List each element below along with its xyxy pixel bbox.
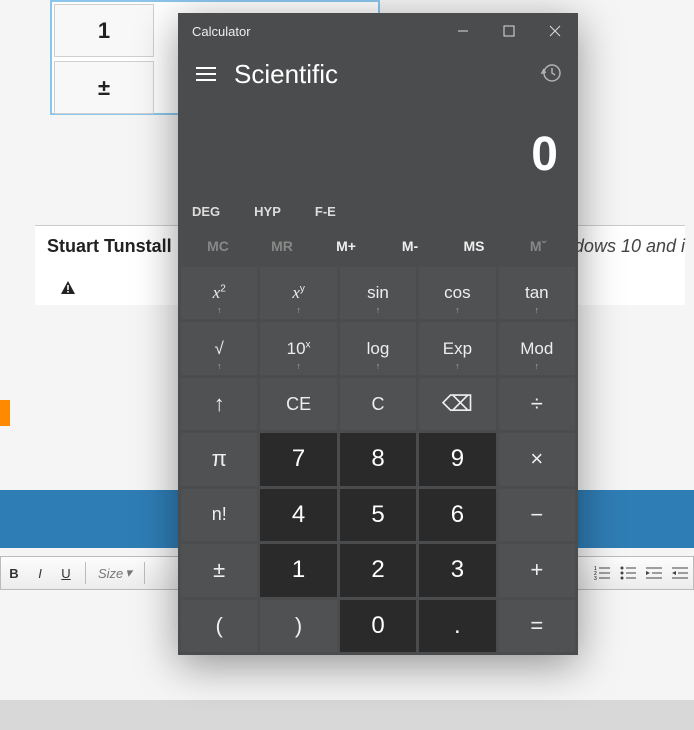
key-pi[interactable]: π (181, 433, 257, 485)
bullet-list-icon[interactable] (617, 562, 639, 584)
key-cos[interactable]: cos↑ (419, 267, 495, 319)
underline-button[interactable]: U (55, 562, 77, 584)
key-2[interactable]: 2 (340, 544, 416, 596)
fe-button[interactable]: F-E (315, 204, 336, 219)
key-8[interactable]: 8 (340, 433, 416, 485)
key-shift[interactable]: ↑ (181, 378, 257, 430)
key-7[interactable]: 7 (260, 433, 336, 485)
mc-button[interactable]: MC (186, 232, 250, 260)
indent-icon[interactable] (669, 562, 691, 584)
key-backspace[interactable]: ⌫ (419, 378, 495, 430)
key-5[interactable]: 5 (340, 489, 416, 541)
titlebar: Calculator (178, 13, 578, 49)
key-lparen[interactable]: ( (181, 600, 257, 652)
maximize-button[interactable] (486, 13, 532, 49)
mr-button[interactable]: MR (250, 232, 314, 260)
window-title: Calculator (192, 24, 251, 39)
mode-title: Scientific (234, 59, 526, 90)
author-name: Stuart Tunstall (47, 236, 172, 256)
display: 0 (178, 99, 578, 194)
key-4[interactable]: 4 (260, 489, 336, 541)
history-icon[interactable] (540, 62, 564, 86)
ordered-list-icon[interactable]: 123 (591, 562, 613, 584)
key-6[interactable]: 6 (419, 489, 495, 541)
ms-button[interactable]: MS (442, 232, 506, 260)
key-divide[interactable]: ÷ (499, 378, 575, 430)
key-9[interactable]: 9 (419, 433, 495, 485)
keypad: x2↑ xy↑ sin↑ cos↑ tan↑ √↑ 10x↑ log↑ Exp↑… (178, 264, 578, 655)
key-ce[interactable]: CE (260, 378, 336, 430)
header-row: Scientific (178, 49, 578, 99)
key-3[interactable]: 3 (419, 544, 495, 596)
key-mod[interactable]: Mod↑ (499, 322, 575, 374)
mlist-button[interactable]: Mˇ (506, 232, 570, 260)
close-button[interactable] (532, 13, 578, 49)
size-dropdown[interactable]: Size▾ (94, 565, 136, 581)
mplus-button[interactable]: M+ (314, 232, 378, 260)
key-exp[interactable]: Exp↑ (419, 322, 495, 374)
key-add[interactable]: + (499, 544, 575, 596)
menu-icon[interactable] (192, 60, 220, 88)
key-tenx[interactable]: 10x↑ (260, 322, 336, 374)
bg-footer (0, 700, 694, 730)
key-rparen[interactable]: ) (260, 600, 336, 652)
bold-button[interactable]: B (3, 562, 25, 584)
key-tan[interactable]: tan↑ (499, 267, 575, 319)
bg-orange-tab (0, 400, 10, 426)
key-xsquared[interactable]: x2↑ (181, 267, 257, 319)
key-0[interactable]: 0 (340, 600, 416, 652)
svg-text:3: 3 (594, 576, 597, 580)
italic-button[interactable]: I (29, 562, 51, 584)
key-dot[interactable]: . (419, 600, 495, 652)
key-subtract[interactable]: − (499, 489, 575, 541)
hyp-button[interactable]: HYP (254, 204, 281, 219)
key-1[interactable]: 1 (260, 544, 336, 596)
key-plusminus[interactable]: ± (181, 544, 257, 596)
calculator-window: Calculator Scientific 0 DEG HYP F-E MC M… (178, 13, 578, 655)
key-sqrt[interactable]: √↑ (181, 322, 257, 374)
outdent-icon[interactable] (643, 562, 665, 584)
warning-icon (60, 280, 76, 301)
mminus-button[interactable]: M- (378, 232, 442, 260)
angle-mode-row: DEG HYP F-E (178, 194, 578, 228)
display-value: 0 (531, 127, 558, 182)
bg-calc-key-pm: ± (54, 61, 154, 114)
deg-button[interactable]: DEG (192, 204, 220, 219)
key-factorial[interactable]: n! (181, 489, 257, 541)
key-log[interactable]: log↑ (340, 322, 416, 374)
key-sin[interactable]: sin↑ (340, 267, 416, 319)
key-equals[interactable]: = (499, 600, 575, 652)
key-c[interactable]: C (340, 378, 416, 430)
author-tail: dows 10 and i (574, 236, 685, 257)
memory-row: MC MR M+ M- MS Mˇ (178, 228, 578, 264)
key-multiply[interactable]: × (499, 433, 575, 485)
minimize-button[interactable] (440, 13, 486, 49)
key-xpowy[interactable]: xy↑ (260, 267, 336, 319)
bg-calc-key-1: 1 (54, 4, 154, 57)
